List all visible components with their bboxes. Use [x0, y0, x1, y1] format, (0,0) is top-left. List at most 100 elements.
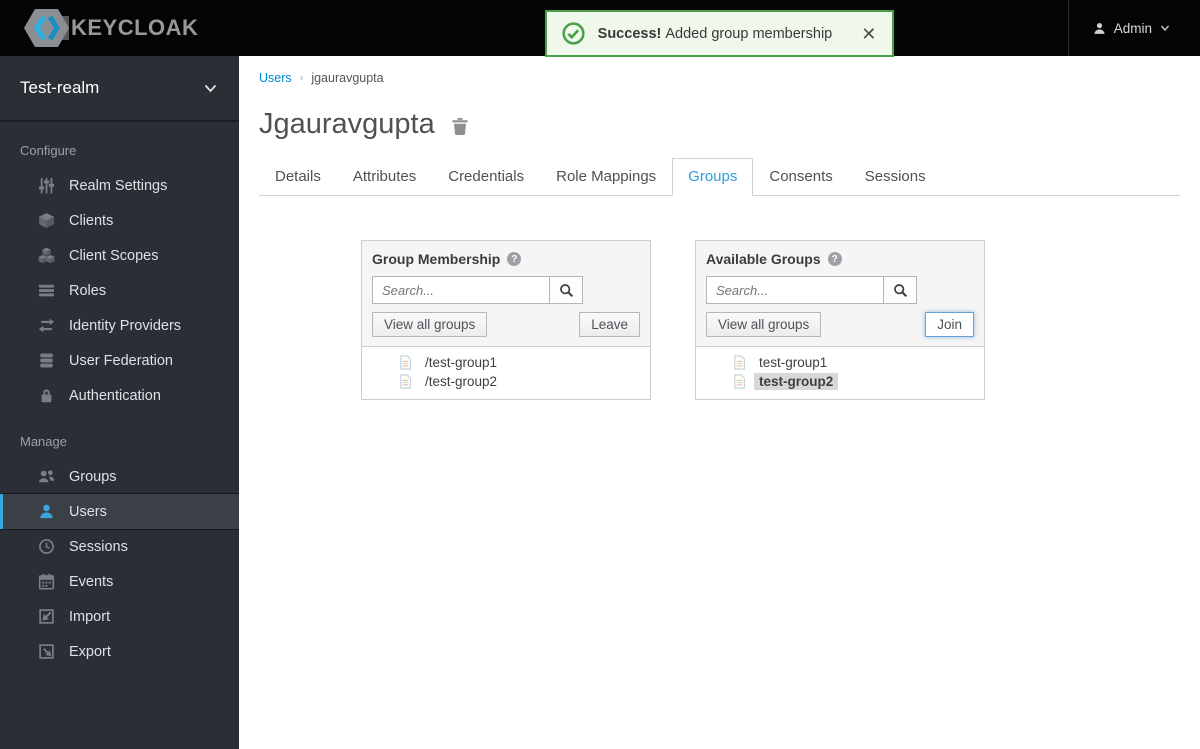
- panel-title: Group Membership: [372, 251, 500, 267]
- keycloak-hexagon-icon: [24, 8, 70, 48]
- sidebar-section-label-manage: Manage: [0, 413, 239, 459]
- alert-title: Success!: [598, 26, 666, 42]
- breadcrumb-separator: ›: [300, 72, 304, 84]
- sidebar-item-authentication[interactable]: Authentication: [0, 378, 239, 413]
- search-button[interactable]: [884, 276, 917, 304]
- panel-header: Group Membership ? View all groups Leave: [362, 241, 650, 346]
- admin-label: Admin: [1114, 21, 1152, 36]
- sidebar-item-label: Import: [69, 609, 110, 625]
- sidebar-item-label: Events: [69, 574, 113, 590]
- user-icon: [1093, 22, 1106, 35]
- export-icon: [38, 643, 55, 660]
- database-icon: [38, 352, 55, 369]
- group-tree: /test-group1/test-group2: [362, 346, 650, 399]
- doc-icon: [398, 374, 413, 389]
- breadcrumb-users-link[interactable]: Users: [259, 71, 292, 85]
- chevron-down-icon: [1160, 24, 1170, 32]
- sidebar-item-label: Sessions: [69, 539, 128, 555]
- brand-text: KEYCLOAK: [71, 15, 198, 41]
- sidebar-item-export[interactable]: Export: [0, 634, 239, 669]
- sidebar-item-sessions[interactable]: Sessions: [0, 529, 239, 564]
- group-membership-panel: Group Membership ? View all groups Leave…: [361, 240, 651, 400]
- group-tree-item[interactable]: test-group2: [696, 372, 984, 391]
- sidebar-item-label: Users: [69, 504, 107, 520]
- help-icon[interactable]: ?: [507, 252, 521, 266]
- calendar-icon: [38, 573, 55, 590]
- realm-selector[interactable]: Test-realm: [0, 56, 239, 122]
- view-all-groups-button[interactable]: View all groups: [706, 312, 821, 337]
- search-button[interactable]: [550, 276, 583, 304]
- tab-groups[interactable]: Groups: [672, 158, 753, 196]
- sidebar-item-label: Groups: [69, 469, 117, 485]
- user-icon: [38, 503, 55, 520]
- sidebar-item-label: Authentication: [69, 388, 161, 404]
- breadcrumb: Users › jgauravgupta: [239, 56, 1200, 85]
- search-icon: [893, 283, 908, 298]
- sidebar: Test-realm Configure Realm Settings Client…: [0, 56, 239, 749]
- cube-icon: [38, 212, 55, 229]
- success-alert: Success! Added group membership ✕: [545, 10, 895, 57]
- group-name: /test-group1: [420, 354, 502, 371]
- sidebar-item-events[interactable]: Events: [0, 564, 239, 599]
- group-tree-item[interactable]: test-group1: [696, 353, 984, 372]
- clock-icon: [38, 538, 55, 555]
- sidebar-item-label: Client Scopes: [69, 248, 158, 264]
- tab-credentials[interactable]: Credentials: [432, 158, 540, 196]
- sidebar-item-label: Realm Settings: [69, 178, 167, 194]
- sidebar-item-roles[interactable]: Roles: [0, 273, 239, 308]
- chevron-down-icon: [204, 84, 217, 93]
- view-all-groups-button[interactable]: View all groups: [372, 312, 487, 337]
- sidebar-item-identity-providers[interactable]: Identity Providers: [0, 308, 239, 343]
- panel-header: Available Groups ? View all groups Join: [696, 241, 984, 346]
- user-tabs: DetailsAttributesCredentialsRole Mapping…: [259, 158, 1180, 196]
- cubes-icon: [38, 247, 55, 264]
- realm-name: Test-realm: [20, 78, 99, 98]
- sidebar-section-label-configure: Configure: [0, 122, 239, 168]
- alert-message: Added group membership: [665, 26, 832, 42]
- close-icon[interactable]: ✕: [861, 25, 876, 43]
- keycloak-logo[interactable]: KEYCLOAK: [0, 8, 198, 48]
- panel-title: Available Groups: [706, 251, 821, 267]
- leave-button[interactable]: Leave: [579, 312, 640, 337]
- available-groups-search-input[interactable]: [706, 276, 884, 304]
- search-icon: [559, 283, 574, 298]
- sidebar-item-label: Clients: [69, 213, 113, 229]
- sliders-icon: [38, 177, 55, 194]
- sidebar-item-users[interactable]: Users: [0, 494, 239, 529]
- tab-details[interactable]: Details: [259, 158, 337, 196]
- sidebar-item-label: User Federation: [69, 353, 173, 369]
- group-tree: test-group1 test-group2: [696, 346, 984, 399]
- group-tree-item[interactable]: /test-group1: [362, 353, 650, 372]
- tab-sessions[interactable]: Sessions: [849, 158, 942, 196]
- join-button[interactable]: Join: [925, 312, 974, 337]
- admin-user-menu[interactable]: Admin: [1068, 0, 1200, 56]
- sidebar-item-import[interactable]: Import: [0, 599, 239, 634]
- sidebar-item-realm-settings[interactable]: Realm Settings: [0, 168, 239, 203]
- groups-panels: Group Membership ? View all groups Leave…: [361, 240, 1200, 400]
- tab-role-mappings[interactable]: Role Mappings: [540, 158, 672, 196]
- available-groups-panel: Available Groups ? View all groups Join …: [695, 240, 985, 400]
- success-check-icon: [562, 22, 585, 45]
- tab-attributes[interactable]: Attributes: [337, 158, 432, 196]
- sidebar-item-clients[interactable]: Clients: [0, 203, 239, 238]
- group-tree-item[interactable]: /test-group2: [362, 372, 650, 391]
- group-name: test-group1: [754, 354, 832, 371]
- users-group-icon: [38, 468, 55, 485]
- sidebar-item-client-scopes[interactable]: Client Scopes: [0, 238, 239, 273]
- list-icon: [38, 282, 55, 299]
- help-icon[interactable]: ?: [828, 252, 842, 266]
- breadcrumb-current: jgauravgupta: [311, 71, 383, 85]
- sidebar-item-label: Identity Providers: [69, 318, 181, 334]
- main-content: Users › jgauravgupta Jgauravgupta Detail…: [239, 56, 1200, 749]
- group-name: test-group2: [754, 373, 838, 390]
- page-title: Jgauravgupta: [259, 108, 435, 141]
- sidebar-item-label: Export: [69, 644, 111, 660]
- sidebar-item-label: Roles: [69, 283, 106, 299]
- group-membership-search-input[interactable]: [372, 276, 550, 304]
- sidebar-item-groups[interactable]: Groups: [0, 459, 239, 494]
- delete-user-trash-icon[interactable]: [450, 116, 470, 136]
- doc-icon: [732, 355, 747, 370]
- sidebar-item-user-federation[interactable]: User Federation: [0, 343, 239, 378]
- lock-icon: [38, 387, 55, 404]
- tab-consents[interactable]: Consents: [753, 158, 848, 196]
